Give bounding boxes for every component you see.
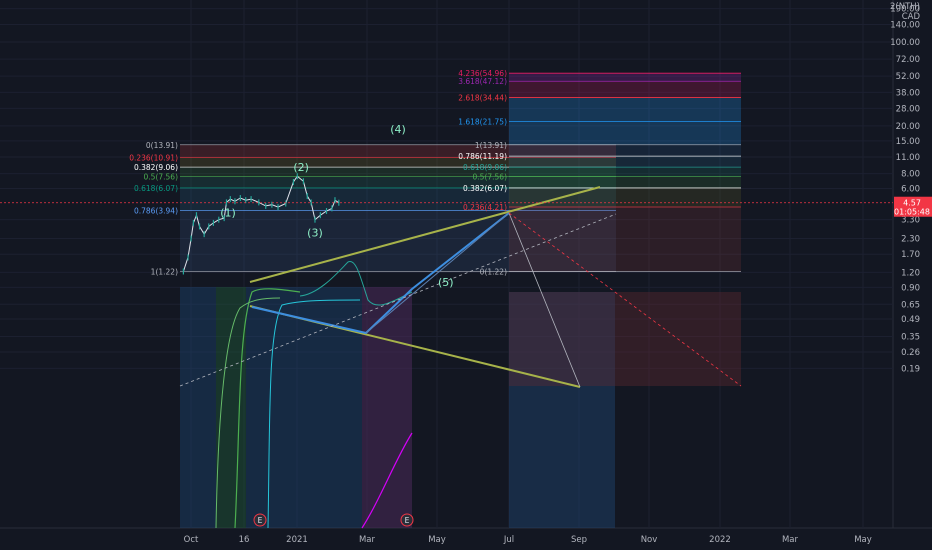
y-tick-label: 0.19 xyxy=(901,364,920,374)
y-tick-label: 72.00 xyxy=(896,55,920,65)
y-tick-label: 0.90 xyxy=(901,283,920,293)
x-tick-label: Jul xyxy=(503,535,514,545)
wave-label: (1) xyxy=(220,207,236,220)
y-tick-label: 8.00 xyxy=(901,170,920,180)
proj-band xyxy=(509,144,741,157)
fib-label: 0.382(9.06) xyxy=(134,163,178,172)
y-tick-label: 38.00 xyxy=(896,88,920,98)
countdown-label: 01:05:48 xyxy=(894,208,930,217)
y-tick-label: 28.00 xyxy=(896,104,920,114)
zone-purple xyxy=(362,287,412,528)
proj-label: 0(1.22) xyxy=(480,268,507,277)
proj-label: 0.382(6.07) xyxy=(463,184,507,193)
y-tick-label: 0.35 xyxy=(901,333,920,343)
current-price-value: 4.57 xyxy=(903,199,921,208)
earnings-label: E xyxy=(405,516,410,525)
ext-band xyxy=(509,81,741,98)
fib-label: 0.786(3.94) xyxy=(134,206,178,215)
fib-label: 1(1.22) xyxy=(151,268,178,277)
y-tick-label: 52.00 xyxy=(896,72,920,82)
earnings-label: E xyxy=(258,516,263,525)
y-tick-label: 140.00 xyxy=(890,21,920,31)
y-tick-label: 1.20 xyxy=(901,268,920,278)
zone-blue-2 xyxy=(246,287,362,528)
proj-label: 0.5(7.56) xyxy=(473,173,508,182)
y-tick-label: 0.65 xyxy=(901,300,920,310)
y-tick-label: 2.30 xyxy=(901,234,920,244)
y-tick-label: 0.49 xyxy=(901,315,920,325)
ext-label: 3.618(47.12) xyxy=(458,77,507,86)
y-tick-label: 15.00 xyxy=(896,137,920,147)
wave-label: (5) xyxy=(438,276,454,289)
y-tick-label: 3.30 xyxy=(901,216,920,226)
proj-band xyxy=(509,187,741,208)
fib-label: 0.618(6.07) xyxy=(134,184,178,193)
price-chart[interactable]: 0(13.91)0.236(10.91)0.382(9.06)0.5(7.56)… xyxy=(0,0,932,550)
proj-band xyxy=(509,167,741,177)
x-tick-label: May xyxy=(428,535,446,545)
symbol-label: 2(NTH) xyxy=(890,2,920,12)
ext-label: 2.618(34.44) xyxy=(458,94,507,103)
y-tick-label: 100.00 xyxy=(890,38,920,48)
x-tick-label: Sep xyxy=(571,535,587,545)
x-tick-label: Nov xyxy=(641,535,658,545)
proj-label: 0.618(9.06) xyxy=(463,163,507,172)
proj-band xyxy=(509,156,741,168)
wave-label: (2) xyxy=(293,161,309,174)
x-tick-label: Mar xyxy=(359,535,376,545)
fib-label: 0.236(10.91) xyxy=(129,153,178,162)
y-tick-label: 11.00 xyxy=(896,153,920,163)
x-tick-label: 2022 xyxy=(709,535,731,545)
currency-label: CAD xyxy=(902,12,921,22)
x-tick-label: Oct xyxy=(184,535,199,545)
wave-label: (3) xyxy=(307,226,323,239)
ext-band xyxy=(509,73,741,82)
ext-label: 1.618(21.75) xyxy=(458,117,507,126)
zone-green xyxy=(216,287,246,528)
wave-label: (4) xyxy=(390,123,406,136)
proj-label: 1(13.91) xyxy=(475,141,507,150)
proj-label: 0.236(4.21) xyxy=(463,203,507,212)
x-tick-label: Mar xyxy=(782,535,799,545)
zone-blue-1 xyxy=(180,287,216,528)
proj-band xyxy=(509,176,741,188)
proj-label: 0.786(11.19) xyxy=(458,152,507,161)
zone-red-projection xyxy=(509,292,741,386)
fib-label: 0.5(7.56) xyxy=(144,173,179,182)
x-tick-label: 2021 xyxy=(286,535,308,545)
y-tick-label: 1.70 xyxy=(901,250,920,260)
ext-band xyxy=(509,121,741,145)
ext-band xyxy=(509,97,741,122)
y-tick-label: 0.26 xyxy=(901,348,920,358)
y-tick-label: 20.00 xyxy=(896,122,920,132)
x-tick-label: 16 xyxy=(239,535,250,545)
x-tick-label: May xyxy=(854,535,872,545)
fib-label: 0(13.91) xyxy=(146,141,178,150)
y-tick-label: 6.00 xyxy=(901,185,920,195)
